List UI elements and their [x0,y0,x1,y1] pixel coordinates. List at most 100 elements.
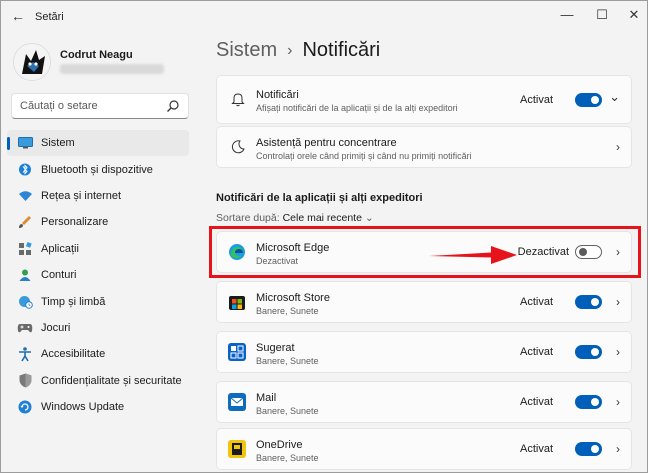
sidebar-item-label: Timp și limbă [41,295,106,308]
app-subtitle: Banere, Sunete [256,453,319,463]
notifications-toggle[interactable] [575,92,602,107]
app-row-onedrive[interactable]: OneDrive Banere, Sunete Activat › [216,428,632,470]
sidebar-item-retea[interactable]: Rețea și internet [7,183,189,209]
sidebar-item-jocuri[interactable]: Jocuri [7,315,189,341]
sidebar-item-label: Sistem [41,137,75,150]
sort-value[interactable]: Cele mai recente [283,212,362,224]
sidebar-nav: Sistem Bluetooth și dispozitive Rețea și… [7,130,189,420]
toggle-knob [591,95,599,104]
app-status: Activat [519,296,553,308]
moon-icon [229,138,247,156]
search-box[interactable] [11,93,189,119]
toggle-knob [591,398,599,406]
apps-section-title: Notificări de la aplicații și alți exped… [216,192,423,204]
edge-icon [228,243,246,261]
app-subtitle: Banere, Sunete [256,356,319,366]
app-status: Activat [519,396,553,408]
sidebar-item-personalizare[interactable]: Personalizare [7,209,189,235]
notifications-title: Notificări [256,89,299,101]
app-name: Mail [256,392,277,404]
person-icon [17,267,33,283]
chevron-right-icon[interactable]: › [616,345,620,359]
notifications-status: Activat [519,93,553,106]
chevron-right-icon[interactable]: › [616,245,620,259]
avatar-image [14,44,50,80]
app-row-suggested[interactable]: Sugerat Banere, Sunete Activat › [216,331,632,373]
breadcrumb-separator: › [287,41,293,59]
sidebar-item-accesibilitate[interactable]: Accesibilitate [7,341,189,367]
chevron-right-icon[interactable]: › [616,442,620,456]
sidebar-item-conturi[interactable]: Conturi [7,262,189,288]
bell-icon [229,91,247,109]
app-status: Activat [519,443,553,455]
chevron-right-icon[interactable]: › [616,295,620,309]
page-title: Notificări [302,39,381,61]
minimize-button[interactable]: — [553,5,581,25]
toggle-knob [591,445,599,453]
notifications-card[interactable]: Notificări Afișați notificări de la apli… [216,75,632,124]
app-status: Dezactivat [517,246,569,258]
maximize-button[interactable]: ☐ [588,5,616,25]
app-name: Sugerat [256,342,295,354]
sidebar-item-aplicatii[interactable]: Aplicații [7,236,189,262]
toggle-knob [579,248,587,256]
sort-label: Sortare după: [216,212,280,224]
search-icon[interactable] [166,99,180,113]
accessibility-icon [17,346,33,362]
profile-email-redacted [60,64,164,74]
back-button[interactable]: ← [7,6,29,26]
sidebar-item-label: Jocuri [41,321,71,334]
breadcrumb-parent[interactable]: Sistem [216,39,277,62]
onedrive-toggle[interactable] [575,442,602,456]
store-icon [228,293,246,311]
suggested-toggle[interactable] [575,345,602,359]
app-subtitle: Banere, Sunete [256,406,319,416]
brush-icon [17,214,33,230]
store-toggle[interactable] [575,295,602,309]
sidebar-item-bluetooth[interactable]: Bluetooth și dispozitive [7,156,189,182]
focus-assist-card[interactable]: Asistență pentru concentrare Controlați … [216,126,632,168]
notifications-subtitle: Afișați notificări de la aplicații și de… [256,103,458,113]
gamepad-icon [17,320,33,336]
monitor-icon [17,135,33,151]
chevron-down-icon[interactable]: ⌄ [609,89,620,105]
app-name: Microsoft Edge [256,242,330,254]
sort-dropdown[interactable]: Sortare după: Cele mai recente ⌄ [216,212,374,224]
close-button[interactable]: ✕ [620,5,648,25]
sidebar-item-label: Bluetooth și dispozitive [41,163,153,176]
sidebar-item-label: Windows Update [41,401,125,414]
sidebar-item-timp[interactable]: Timp și limbă [7,288,189,314]
mail-toggle[interactable] [575,395,602,409]
chevron-right-icon[interactable]: › [616,140,620,154]
wifi-icon [17,188,33,204]
sidebar-item-label: Confidențialitate și securitate [41,374,182,387]
sidebar-item-label: Personalizare [41,216,109,229]
sidebar-item-confidentialitate[interactable]: Confidențialitate și securitate [7,368,189,394]
edge-toggle[interactable] [575,245,602,259]
sidebar-item-label: Aplicații [41,242,79,255]
onedrive-icon [228,440,246,458]
sidebar-item-label: Rețea și internet [41,189,122,202]
chevron-down-icon: ⌄ [364,212,374,224]
avatar[interactable] [13,43,51,81]
search-input[interactable] [20,100,160,112]
app-status: Activat [519,346,553,358]
chevron-right-icon[interactable]: › [616,395,620,409]
app-subtitle: Dezactivat [256,256,299,266]
bluetooth-icon [17,162,33,178]
app-row-edge[interactable]: Microsoft Edge Dezactivat Dezactivat › [216,231,632,273]
sidebar-item-label: Accesibilitate [41,348,106,361]
annotation-arrow-icon [429,246,517,264]
shield-icon [17,373,33,389]
globe-clock-icon [17,294,33,310]
sidebar-item-sistem[interactable]: Sistem [7,130,189,157]
apps-icon [17,241,33,257]
breadcrumb: Sistem › Notificări [216,39,380,62]
update-icon [17,399,33,415]
sidebar-item-windows-update[interactable]: Windows Update [7,394,189,420]
mail-icon [228,393,246,411]
app-row-mail[interactable]: Mail Banere, Sunete Activat › [216,381,632,423]
toggle-knob [591,298,599,306]
focus-assist-subtitle: Controlați orele când primiți și când nu… [256,151,472,161]
app-row-store[interactable]: Microsoft Store Banere, Sunete Activat › [216,281,632,323]
